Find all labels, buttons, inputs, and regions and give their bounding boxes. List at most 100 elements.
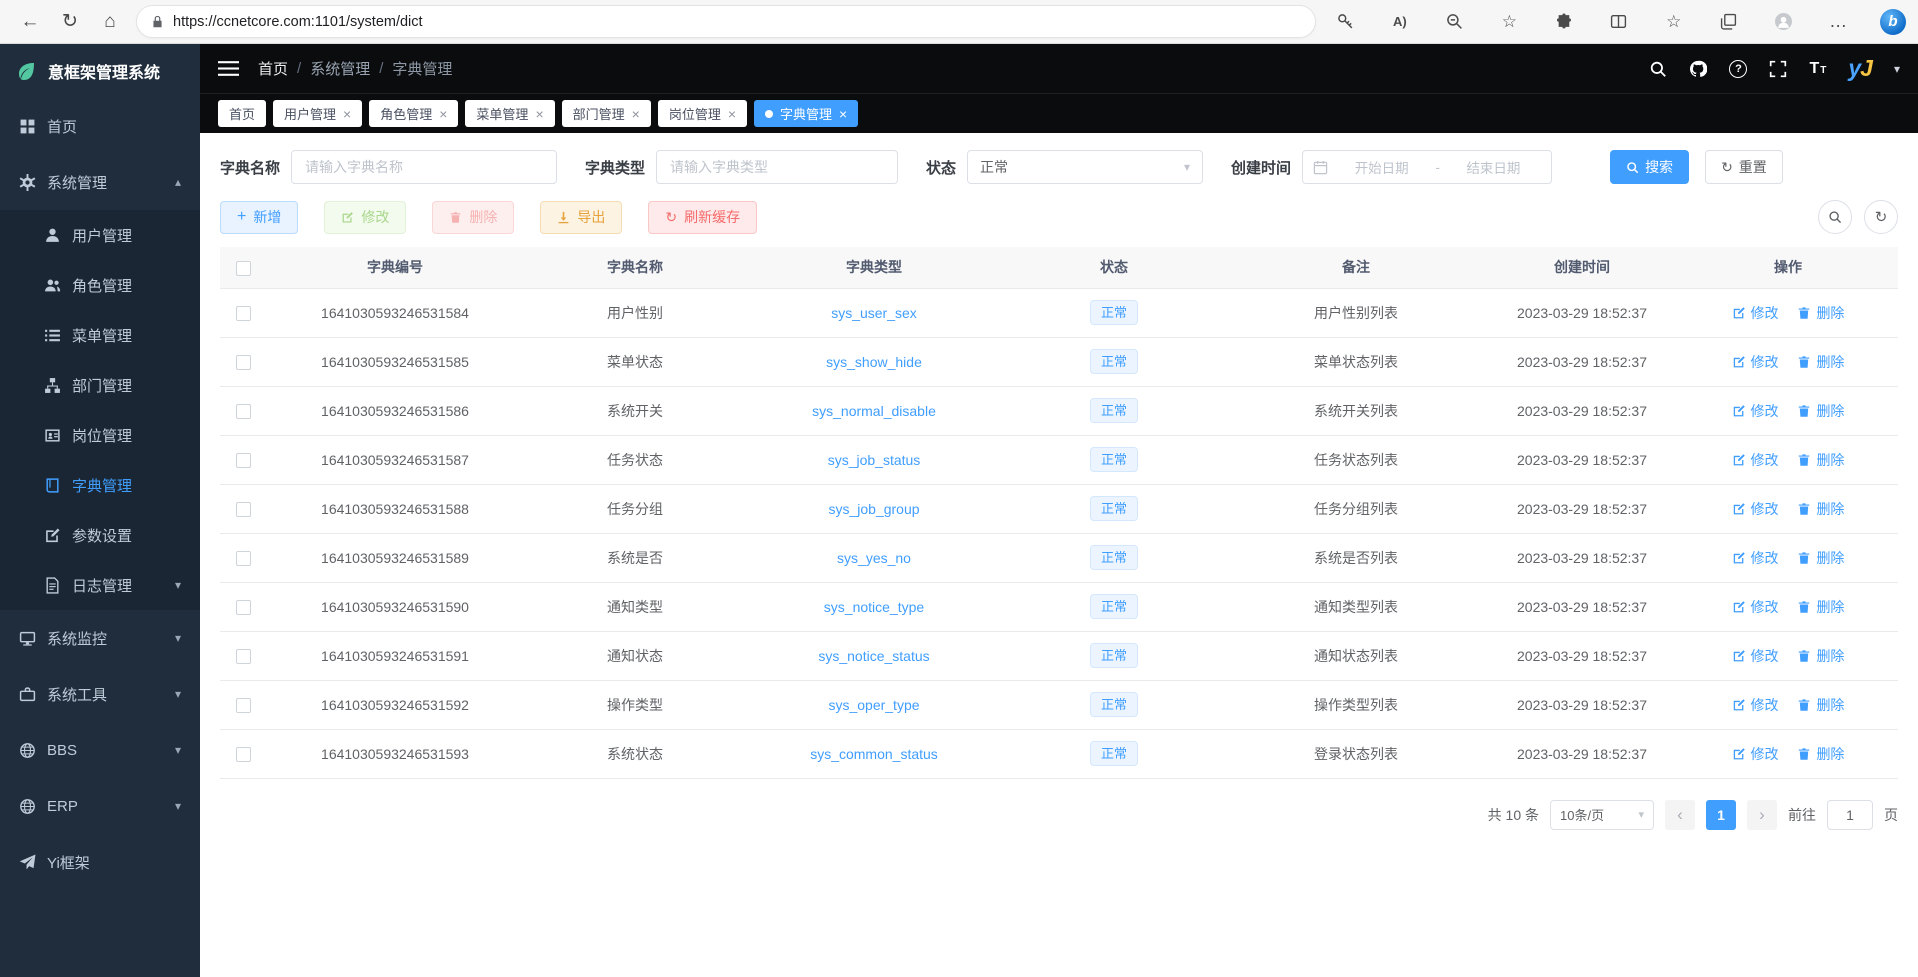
row-checkbox[interactable]	[236, 551, 251, 566]
sidebar-toggle-icon[interactable]	[218, 60, 239, 77]
row-edit-button[interactable]: 修改	[1732, 352, 1779, 372]
reset-button[interactable]: ↻ 重置	[1705, 150, 1783, 184]
dict-type-link[interactable]: sys_notice_type	[824, 599, 924, 615]
row-delete-button[interactable]: 删除	[1797, 303, 1844, 323]
row-delete-button[interactable]: 删除	[1797, 646, 1844, 666]
sidebar-item-menu-management[interactable]: 菜单管理	[0, 310, 200, 360]
dict-type-link[interactable]: sys_show_hide	[826, 354, 922, 370]
search-button[interactable]: 搜索	[1610, 150, 1689, 184]
toggle-search-button[interactable]	[1818, 200, 1852, 234]
favorites-bar-icon[interactable]: ☆	[1661, 9, 1687, 35]
sidebar-item-system-tools[interactable]: 系统工具 ▾	[0, 666, 200, 722]
sidebar-item-user-management[interactable]: 用户管理	[0, 210, 200, 260]
dict-type-link[interactable]: sys_oper_type	[828, 697, 919, 713]
sidebar-item-role-management[interactable]: 角色管理	[0, 260, 200, 310]
github-icon[interactable]	[1689, 60, 1707, 78]
breadcrumb-system-management[interactable]: 系统管理	[310, 58, 370, 79]
status-select[interactable]: 正常 ▾	[967, 150, 1203, 184]
tab-role-management[interactable]: 角色管理 ×	[369, 100, 458, 127]
row-checkbox[interactable]	[236, 306, 251, 321]
tab-home[interactable]: 首页	[218, 100, 266, 127]
sidebar-item-bbs[interactable]: BBS ▾	[0, 722, 200, 778]
row-delete-button[interactable]: 删除	[1797, 352, 1844, 372]
sidebar-item-home[interactable]: 首页	[0, 98, 200, 154]
refresh-table-button[interactable]: ↻	[1864, 200, 1898, 234]
split-screen-icon[interactable]	[1606, 9, 1632, 35]
tab-close-icon[interactable]: ×	[439, 107, 447, 121]
row-edit-button[interactable]: 修改	[1732, 499, 1779, 519]
collections-icon[interactable]	[1716, 9, 1742, 35]
browser-profile-avatar[interactable]	[1770, 9, 1796, 34]
read-aloud-icon[interactable]: A)	[1387, 9, 1413, 35]
prev-page-button[interactable]: ‹	[1665, 800, 1695, 830]
sidebar-item-param-settings[interactable]: 参数设置	[0, 510, 200, 560]
browser-home-button[interactable]: ⌂	[90, 4, 130, 40]
dict-name-input[interactable]	[291, 150, 557, 184]
font-size-icon[interactable]: T T	[1809, 60, 1826, 78]
sidebar-item-dept-management[interactable]: 部门管理	[0, 360, 200, 410]
next-page-button[interactable]: ›	[1747, 800, 1777, 830]
page-size-select[interactable]: 10条/页 ▾	[1550, 800, 1654, 830]
row-checkbox[interactable]	[236, 355, 251, 370]
tab-user-management[interactable]: 用户管理 ×	[273, 100, 362, 127]
row-delete-button[interactable]: 删除	[1797, 401, 1844, 421]
row-checkbox[interactable]	[236, 502, 251, 517]
create-time-range-picker[interactable]: 开始日期 - 结束日期	[1302, 150, 1552, 184]
bing-discover-icon[interactable]: b	[1880, 9, 1906, 35]
help-icon[interactable]: ?	[1729, 60, 1747, 78]
dict-type-link[interactable]: sys_yes_no	[837, 550, 911, 566]
user-logo[interactable]: yJ	[1848, 55, 1872, 82]
row-delete-button[interactable]: 删除	[1797, 597, 1844, 617]
row-checkbox[interactable]	[236, 747, 251, 762]
sidebar-item-erp[interactable]: ERP ▾	[0, 778, 200, 834]
tab-dict-management[interactable]: 字典管理 ×	[754, 100, 858, 127]
add-favorite-star-icon[interactable]: ☆	[1496, 9, 1522, 35]
row-edit-button[interactable]: 修改	[1732, 597, 1779, 617]
refresh-cache-button[interactable]: ↻ 刷新缓存	[648, 201, 757, 234]
dict-type-link[interactable]: sys_user_sex	[831, 305, 917, 321]
row-checkbox[interactable]	[236, 649, 251, 664]
row-edit-button[interactable]: 修改	[1732, 744, 1779, 764]
tab-close-icon[interactable]: ×	[535, 107, 543, 121]
row-delete-button[interactable]: 删除	[1797, 695, 1844, 715]
dict-type-input[interactable]	[656, 150, 898, 184]
sidebar-item-dict-management[interactable]: 字典管理	[0, 460, 200, 510]
key-icon[interactable]	[1332, 9, 1358, 35]
dict-type-link[interactable]: sys_job_group	[828, 501, 919, 517]
tab-close-icon[interactable]: ×	[728, 107, 736, 121]
row-delete-button[interactable]: 删除	[1797, 744, 1844, 764]
row-edit-button[interactable]: 修改	[1732, 695, 1779, 715]
row-edit-button[interactable]: 修改	[1732, 548, 1779, 568]
edit-button[interactable]: 修改	[324, 201, 406, 234]
extensions-icon[interactable]	[1551, 9, 1577, 35]
row-delete-button[interactable]: 删除	[1797, 548, 1844, 568]
row-delete-button[interactable]: 删除	[1797, 450, 1844, 470]
sidebar-item-log-management[interactable]: 日志管理 ▾	[0, 560, 200, 610]
row-delete-button[interactable]: 删除	[1797, 499, 1844, 519]
zoom-out-icon[interactable]	[1442, 9, 1468, 35]
row-edit-button[interactable]: 修改	[1732, 450, 1779, 470]
sidebar-item-post-management[interactable]: 岗位管理	[0, 410, 200, 460]
dict-type-link[interactable]: sys_common_status	[810, 746, 938, 762]
breadcrumb-home[interactable]: 首页	[258, 58, 288, 79]
browser-back-button[interactable]: ←	[10, 4, 50, 40]
tab-menu-management[interactable]: 菜单管理 ×	[465, 100, 554, 127]
address-bar[interactable]: https://ccnetcore.com:1101/system/dict	[136, 5, 1316, 38]
add-button[interactable]: + 新增	[220, 201, 298, 234]
export-button[interactable]: 导出	[540, 201, 622, 234]
select-all-checkbox[interactable]	[236, 261, 251, 276]
tab-post-management[interactable]: 岗位管理 ×	[658, 100, 747, 127]
tab-dept-management[interactable]: 部门管理 ×	[562, 100, 651, 127]
tab-close-icon[interactable]: ×	[839, 107, 847, 121]
browser-settings-more-icon[interactable]: …	[1825, 9, 1851, 35]
current-page-button[interactable]: 1	[1706, 800, 1736, 830]
delete-button[interactable]: 删除	[432, 201, 514, 234]
goto-page-input[interactable]	[1827, 800, 1873, 830]
sidebar-item-system-management[interactable]: 系统管理 ▴	[0, 154, 200, 210]
tab-close-icon[interactable]: ×	[343, 107, 351, 121]
browser-refresh-button[interactable]: ↻	[50, 4, 90, 40]
row-edit-button[interactable]: 修改	[1732, 401, 1779, 421]
dict-type-link[interactable]: sys_normal_disable	[812, 403, 936, 419]
row-checkbox[interactable]	[236, 453, 251, 468]
sidebar-item-yi-framework[interactable]: Yi框架	[0, 834, 200, 890]
